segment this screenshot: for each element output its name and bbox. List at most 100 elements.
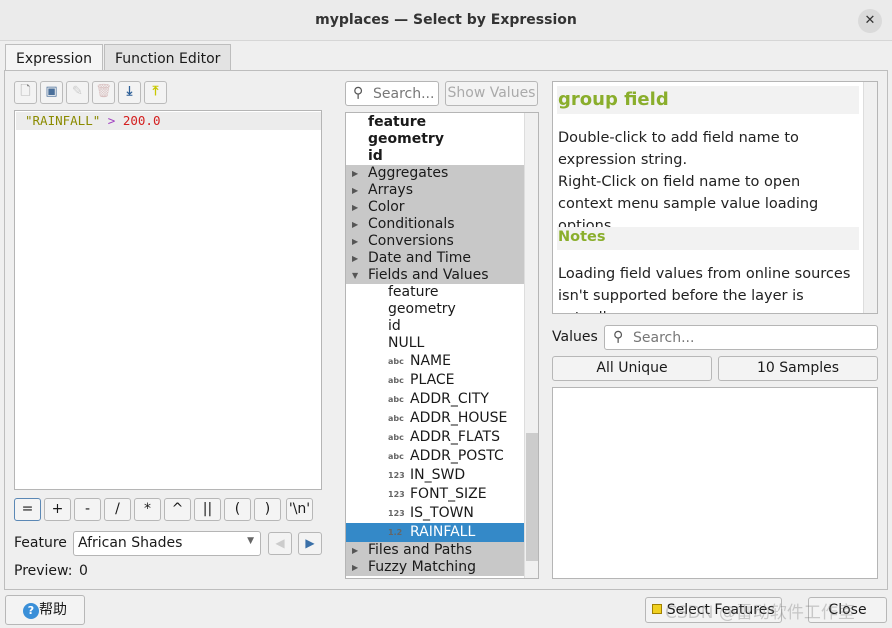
help-scrollbar[interactable]: [863, 82, 877, 313]
tree-group-fields-and-values[interactable]: ▼ Fields and Values: [346, 267, 524, 284]
field-type-icon: 123: [388, 509, 405, 518]
operator-multiply-button[interactable]: *: [134, 498, 161, 521]
expression-editor[interactable]: "RAINFALL" > 200.0: [14, 110, 322, 490]
all-unique-button[interactable]: All Unique: [552, 356, 712, 381]
operator-plus-button[interactable]: +: [44, 498, 71, 521]
tree-item-label: ADDR_CITY: [410, 391, 489, 407]
tree-item[interactable]: feature: [346, 114, 524, 131]
feature-value: African Shades: [78, 535, 183, 551]
save-icon[interactable]: ▣: [40, 81, 63, 104]
field-type-icon: abc: [388, 433, 404, 442]
import-icon[interactable]: ⤓: [118, 81, 141, 104]
next-feature-button[interactable]: ▶: [298, 532, 322, 555]
expand-arrow-icon[interactable]: ▶: [352, 199, 358, 216]
expand-arrow-icon[interactable]: ▶: [352, 233, 358, 250]
search-icon: ⚲: [353, 85, 364, 101]
tree-group[interactable]: ▶ Arrays: [346, 182, 524, 199]
tree-item-label: Arrays: [368, 182, 414, 198]
field-type-icon: 123: [388, 471, 405, 480]
values-search-placeholder: Search...: [633, 330, 695, 346]
operator-power-button[interactable]: ^: [164, 498, 191, 521]
operator-close-paren-button[interactable]: ): [254, 498, 281, 521]
tree-item-label: PLACE: [410, 372, 455, 388]
function-tree[interactable]: feature geometry id ▶ Aggregates ▶ Arrays ▶ Colo…: [345, 112, 539, 579]
expand-arrow-icon[interactable]: ▶: [352, 165, 358, 182]
field-type-icon: 1.2: [388, 528, 403, 537]
tree-item[interactable]: id: [346, 148, 524, 165]
tree-group[interactable]: ▶ Date and Time: [346, 250, 524, 267]
watermark: CSDN @雷动软件工作室: [665, 603, 855, 623]
help-button-label: 帮助: [39, 602, 67, 618]
field-item[interactable]: abc PLACE: [346, 371, 524, 390]
expand-arrow-icon[interactable]: ▶: [352, 182, 358, 199]
tree-item[interactable]: id: [346, 318, 524, 335]
tree-group[interactable]: ▶ Files and Paths: [346, 542, 524, 559]
expand-arrow-icon[interactable]: ▶: [352, 250, 358, 267]
values-search-input[interactable]: ⚲ Search...: [604, 325, 878, 350]
tree-item[interactable]: feature: [346, 284, 524, 301]
field-item[interactable]: abc ADDR_FLATS: [346, 428, 524, 447]
tree-item-label: Color: [368, 199, 405, 215]
values-list[interactable]: [552, 387, 878, 579]
tree-item-label: NAME: [410, 353, 451, 369]
field-item[interactable]: 123 IN_SWD: [346, 466, 524, 485]
tree-group[interactable]: ▶ Fuzzy Matching: [346, 559, 524, 576]
edit-icon: ✎: [66, 81, 89, 104]
field-item[interactable]: 123 FONT_SIZE: [346, 485, 524, 504]
field-item[interactable]: abc NAME: [346, 352, 524, 371]
field-item[interactable]: 1.2 RAINFALL: [346, 523, 524, 542]
help-notes-title: Notes: [557, 227, 859, 250]
search-placeholder: Search...: [373, 86, 435, 102]
function-search-input[interactable]: ⚲ Search...: [345, 81, 439, 106]
ten-samples-button[interactable]: 10 Samples: [718, 356, 878, 381]
tree-item-label: RAINFALL: [410, 524, 476, 540]
tree-item[interactable]: geometry: [346, 131, 524, 148]
tree-group[interactable]: ▶ Conversions: [346, 233, 524, 250]
tab-expression[interactable]: Expression: [5, 44, 103, 72]
new-file-icon[interactable]: 🗋: [14, 81, 37, 104]
field-item[interactable]: abc ADDR_POSTC: [346, 447, 524, 466]
expand-arrow-icon[interactable]: ▶: [352, 559, 358, 576]
operator-equals-button[interactable]: =: [14, 498, 41, 521]
tree-group[interactable]: ▶ Conditionals: [346, 216, 524, 233]
tree-item-label: Conditionals: [368, 216, 455, 232]
collapse-arrow-icon[interactable]: ▼: [352, 267, 358, 284]
tree-item-label: id: [368, 148, 383, 164]
tree-item-label: Fuzzy Matching: [368, 559, 476, 575]
delete-icon: 🗑: [92, 81, 115, 104]
tree-item[interactable]: NULL: [346, 335, 524, 352]
tree-group[interactable]: ▶ Aggregates: [346, 165, 524, 182]
expand-arrow-icon[interactable]: ▶: [352, 542, 358, 559]
field-item[interactable]: 123 IS_TOWN: [346, 504, 524, 523]
tree-item-label: Aggregates: [368, 165, 449, 181]
operator-open-paren-button[interactable]: (: [224, 498, 251, 521]
expand-arrow-icon[interactable]: ▶: [352, 216, 358, 233]
select-icon: [652, 604, 663, 614]
close-icon[interactable]: ✕: [858, 9, 882, 33]
field-type-icon: abc: [388, 452, 404, 461]
field-item[interactable]: abc ADDR_CITY: [346, 390, 524, 409]
field-type-icon: abc: [388, 376, 404, 385]
operator-newline-button[interactable]: '\n': [286, 498, 313, 521]
field-item[interactable]: abc ADDR_HOUSE: [346, 409, 524, 428]
tree-scrollbar[interactable]: [524, 113, 538, 578]
tree-group[interactable]: ▶ Color: [346, 199, 524, 216]
field-type-icon: abc: [388, 395, 404, 404]
operator-minus-button[interactable]: -: [74, 498, 101, 521]
scrollbar-thumb[interactable]: [526, 433, 538, 561]
expr-field: "RAINFALL": [25, 113, 101, 128]
tree-item[interactable]: geometry: [346, 301, 524, 318]
tree-item-label: Files and Paths: [368, 542, 473, 558]
previous-feature-button: ◀: [268, 532, 292, 555]
export-icon[interactable]: ⤒: [144, 81, 167, 104]
field-type-icon: 123: [388, 490, 405, 499]
tree-item-label: IN_SWD: [410, 467, 466, 483]
tree-item-label: feature: [388, 284, 439, 300]
operator-concat-button[interactable]: ||: [194, 498, 221, 521]
tree-item-label: Fields and Values: [368, 267, 489, 283]
operator-divide-button[interactable]: /: [104, 498, 131, 521]
tree-item-label: FONT_SIZE: [410, 486, 487, 502]
feature-combo[interactable]: African Shades ▼: [73, 531, 261, 556]
help-button[interactable]: ? 帮助: [5, 595, 85, 625]
tab-function-editor[interactable]: Function Editor: [104, 44, 232, 71]
